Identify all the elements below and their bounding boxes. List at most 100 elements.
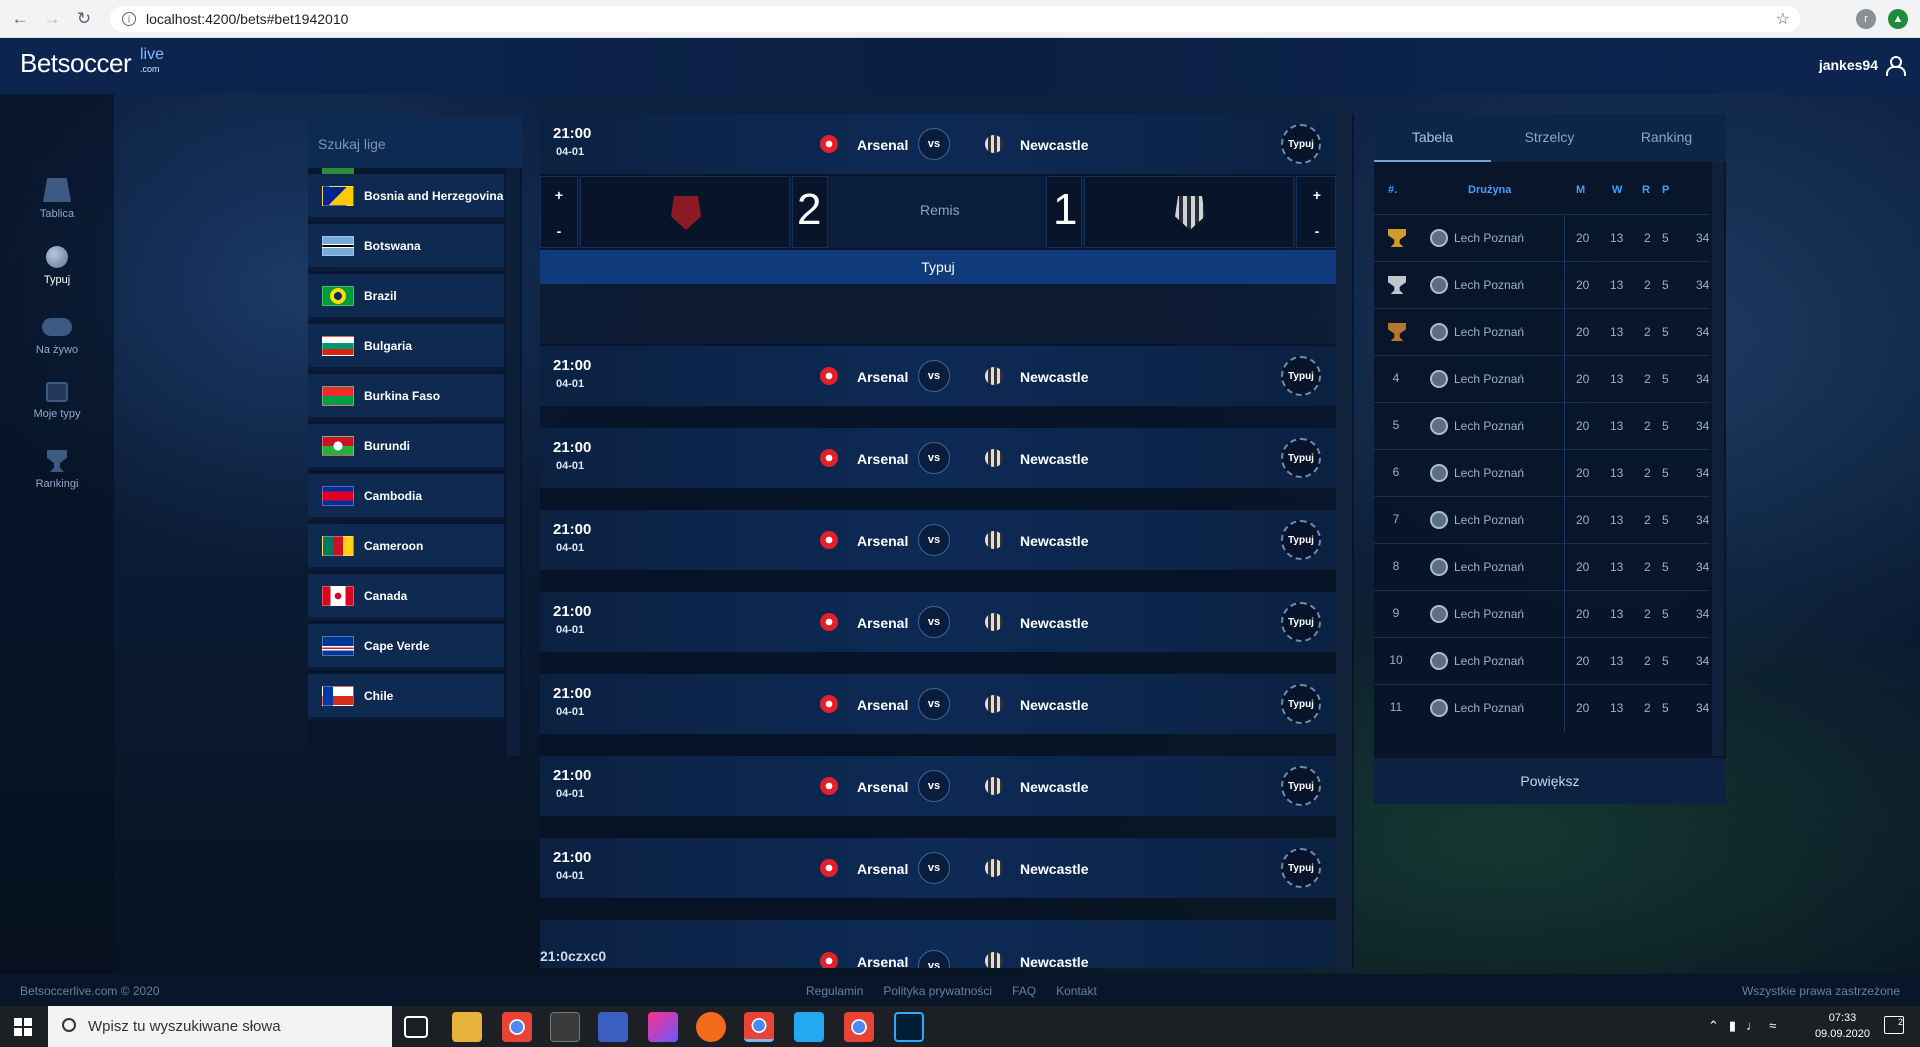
match-row[interactable]: 21:00 04-01 Arsenal vs Newcastle Typuj: [540, 756, 1336, 816]
league-item[interactable]: Cambodia: [308, 474, 504, 520]
row-pts: 34: [1696, 325, 1710, 339]
match-row-partial[interactable]: Arsenal vs Newcastle: [540, 920, 1336, 968]
save-app-icon[interactable]: [598, 1012, 628, 1042]
tab-tabela[interactable]: Tabela: [1374, 114, 1491, 162]
match-row[interactable]: 21:00 04-01 Arsenal vs Newcastle Typuj: [540, 428, 1336, 488]
table-row[interactable]: 5 Lech Poznań 20 13 2 5 34: [1374, 402, 1710, 450]
league-item[interactable]: Bosnia and Herzegovina: [308, 174, 504, 220]
battery-icon[interactable]: ▮: [1729, 1018, 1736, 1034]
bookmark-star-icon[interactable]: ☆: [1776, 9, 1790, 29]
clock[interactable]: 07:33 09.09.2020: [1815, 1010, 1870, 1042]
newcastle-crest-icon: [985, 367, 1003, 385]
footer-link-faq[interactable]: FAQ: [1012, 984, 1036, 998]
bet-button[interactable]: Typuj: [1281, 520, 1321, 560]
bet-button[interactable]: Typuj: [1281, 684, 1321, 724]
site-info-icon[interactable]: i: [122, 12, 136, 26]
league-scrollbar[interactable]: [506, 168, 520, 756]
forward-icon[interactable]: →: [40, 7, 64, 31]
chrome-icon[interactable]: [502, 1012, 532, 1042]
chrome-active-icon[interactable]: [744, 1012, 774, 1042]
table-row[interactable]: 4 Lech Poznań 20 13 2 5 34: [1374, 355, 1710, 403]
chrome-profile-icon[interactable]: [844, 1012, 874, 1042]
match-list-scrollbar[interactable]: [1336, 114, 1352, 968]
league-item[interactable]: Bulgaria: [308, 324, 504, 370]
nav-item-moje-typy[interactable]: Moje typy: [0, 382, 114, 444]
row-position: 4: [1392, 371, 1400, 385]
enlarge-button[interactable]: Powiększ: [1374, 758, 1726, 804]
bet-button[interactable]: Typuj: [1281, 848, 1321, 888]
league-item[interactable]: Burkina Faso: [308, 374, 504, 420]
profile-avatar[interactable]: r: [1856, 9, 1876, 29]
reload-icon[interactable]: ↻: [72, 7, 96, 31]
match-row[interactable]: 21:00 04-01 Arsenal vs Newcastle Typuj: [540, 592, 1336, 652]
nav-item-typuj[interactable]: Typuj: [0, 246, 114, 308]
footer-link-regulamin[interactable]: Regulamin: [806, 984, 863, 998]
photoshop-icon[interactable]: [894, 1012, 924, 1042]
league-item[interactable]: Canada: [308, 574, 504, 620]
tab-ranking[interactable]: Ranking: [1608, 114, 1725, 162]
nav-item-tablica[interactable]: Tablica: [0, 178, 114, 240]
table-row[interactable]: Lech Poznań 20 13 2 5 34: [1374, 214, 1710, 262]
bet-button[interactable]: Typuj: [1281, 124, 1321, 164]
league-item[interactable]: Cameroon: [308, 524, 504, 570]
terminal-icon[interactable]: [550, 1012, 580, 1042]
address-bar[interactable]: i localhost:4200/bets#bet1942010 ☆: [110, 6, 1800, 32]
match-time: 21:00: [553, 849, 592, 866]
tab-strzelcy[interactable]: Strzelcy: [1491, 114, 1608, 162]
windows-start-icon[interactable]: [14, 1018, 32, 1036]
nav-item-rankingi[interactable]: Rankingi: [0, 450, 114, 512]
row-p: 5: [1662, 607, 1669, 621]
table-row[interactable]: 10 Lech Poznań 20 13 2 5 34: [1374, 637, 1710, 685]
away-minus-button[interactable]: -: [1299, 213, 1335, 249]
away-plus-button[interactable]: +: [1299, 177, 1335, 213]
task-view-icon[interactable]: [404, 1016, 428, 1038]
vscode-icon[interactable]: [794, 1012, 824, 1042]
team-crest-icon: [1430, 699, 1448, 717]
submit-bet-button[interactable]: Typuj: [540, 250, 1336, 284]
flag-cpv-icon: [322, 635, 354, 656]
chevron-up-icon[interactable]: ⌃: [1708, 1018, 1719, 1034]
footer-link-privacy[interactable]: Polityka prywatności: [883, 984, 992, 998]
league-item[interactable]: Burundi: [308, 424, 504, 470]
league-search-input[interactable]: Szukaj lige: [308, 116, 522, 168]
bet-button[interactable]: Typuj: [1281, 766, 1321, 806]
bet-button[interactable]: Typuj: [1281, 602, 1321, 642]
home-plus-button[interactable]: +: [541, 177, 577, 213]
table-row[interactable]: 11 Lech Poznań 20 13 2 5 34: [1374, 684, 1710, 732]
match-row-expanded[interactable]: 21:00 04-01 Arsenal vs Newcastle Typuj: [540, 114, 1336, 174]
footer-link-contact[interactable]: Kontakt: [1056, 984, 1097, 998]
table-row[interactable]: 6 Lech Poznań 20 13 2 5 34: [1374, 449, 1710, 497]
postman-icon[interactable]: [696, 1012, 726, 1042]
back-icon[interactable]: ←: [8, 7, 32, 31]
logo[interactable]: Betsoccer: [20, 48, 132, 79]
taskbar-search[interactable]: Wpisz tu wyszukiwane słowa: [48, 1006, 392, 1047]
table-row[interactable]: 9 Lech Poznań 20 13 2 5 34: [1374, 590, 1710, 638]
league-item[interactable]: Chile: [308, 674, 504, 720]
league-item[interactable]: Brazil: [308, 274, 504, 320]
draw-label[interactable]: Remis: [920, 202, 960, 218]
wifi-icon[interactable]: ≈: [1769, 1018, 1776, 1034]
user-menu[interactable]: jankes94: [1819, 56, 1906, 76]
row-position: 6: [1392, 465, 1400, 479]
table-scrollbar[interactable]: [1712, 162, 1724, 756]
match-row[interactable]: 21:00 04-01 Arsenal vs Newcastle Typuj: [540, 510, 1336, 570]
file-explorer-icon[interactable]: [452, 1012, 482, 1042]
home-minus-button[interactable]: -: [541, 213, 577, 249]
match-row[interactable]: 21:00 04-01 Arsenal vs Newcastle Typuj: [540, 674, 1336, 734]
nav-item-na-zywo[interactable]: Na żywo: [0, 314, 114, 376]
table-row[interactable]: Lech Poznań 20 13 2 5 34: [1374, 308, 1710, 356]
match-row[interactable]: 21:00 04-01 Arsenal vs Newcastle Typuj: [540, 838, 1336, 898]
table-row[interactable]: 7 Lech Poznań 20 13 2 5 34: [1374, 496, 1710, 544]
table-row[interactable]: Lech Poznań 20 13 2 5 34: [1374, 261, 1710, 309]
league-item[interactable]: Botswana: [308, 224, 504, 270]
match-row[interactable]: 21:00 04-01 Arsenal vs Newcastle Typuj: [540, 346, 1336, 406]
intellij-icon[interactable]: [648, 1012, 678, 1042]
league-item[interactable]: Cape Verde: [308, 624, 504, 670]
bet-button[interactable]: Typuj: [1281, 438, 1321, 478]
table-row[interactable]: 8 Lech Poznań 20 13 2 5 34: [1374, 543, 1710, 591]
notification-icon[interactable]: 2: [1884, 1016, 1904, 1034]
bet-button[interactable]: Typuj: [1281, 356, 1321, 396]
volume-icon[interactable]: ♩: [1746, 1018, 1759, 1034]
extension-icon[interactable]: ▲: [1888, 9, 1908, 29]
ball-icon: [46, 246, 68, 268]
